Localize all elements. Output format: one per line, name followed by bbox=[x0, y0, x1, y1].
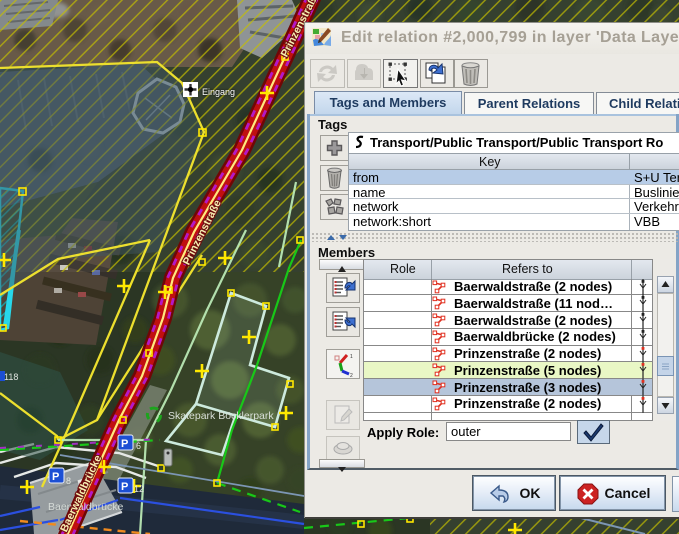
svg-text:118: 118 bbox=[4, 372, 18, 382]
svg-text:P: P bbox=[121, 438, 128, 450]
svg-text:2: 2 bbox=[350, 373, 353, 378]
svg-text:P: P bbox=[52, 471, 59, 483]
svg-text:Baerwaldbrücke: Baerwaldbrücke bbox=[48, 501, 123, 513]
svg-text:Skatepark Böcklerpark: Skatepark Böcklerpark bbox=[168, 410, 274, 422]
svg-text:Eingang: Eingang bbox=[202, 87, 235, 97]
svg-text:8: 8 bbox=[66, 476, 71, 486]
svg-text:P: P bbox=[121, 481, 128, 493]
svg-text:12: 12 bbox=[134, 484, 144, 494]
svg-text:1: 1 bbox=[350, 354, 353, 360]
svg-text:6: 6 bbox=[136, 441, 141, 451]
